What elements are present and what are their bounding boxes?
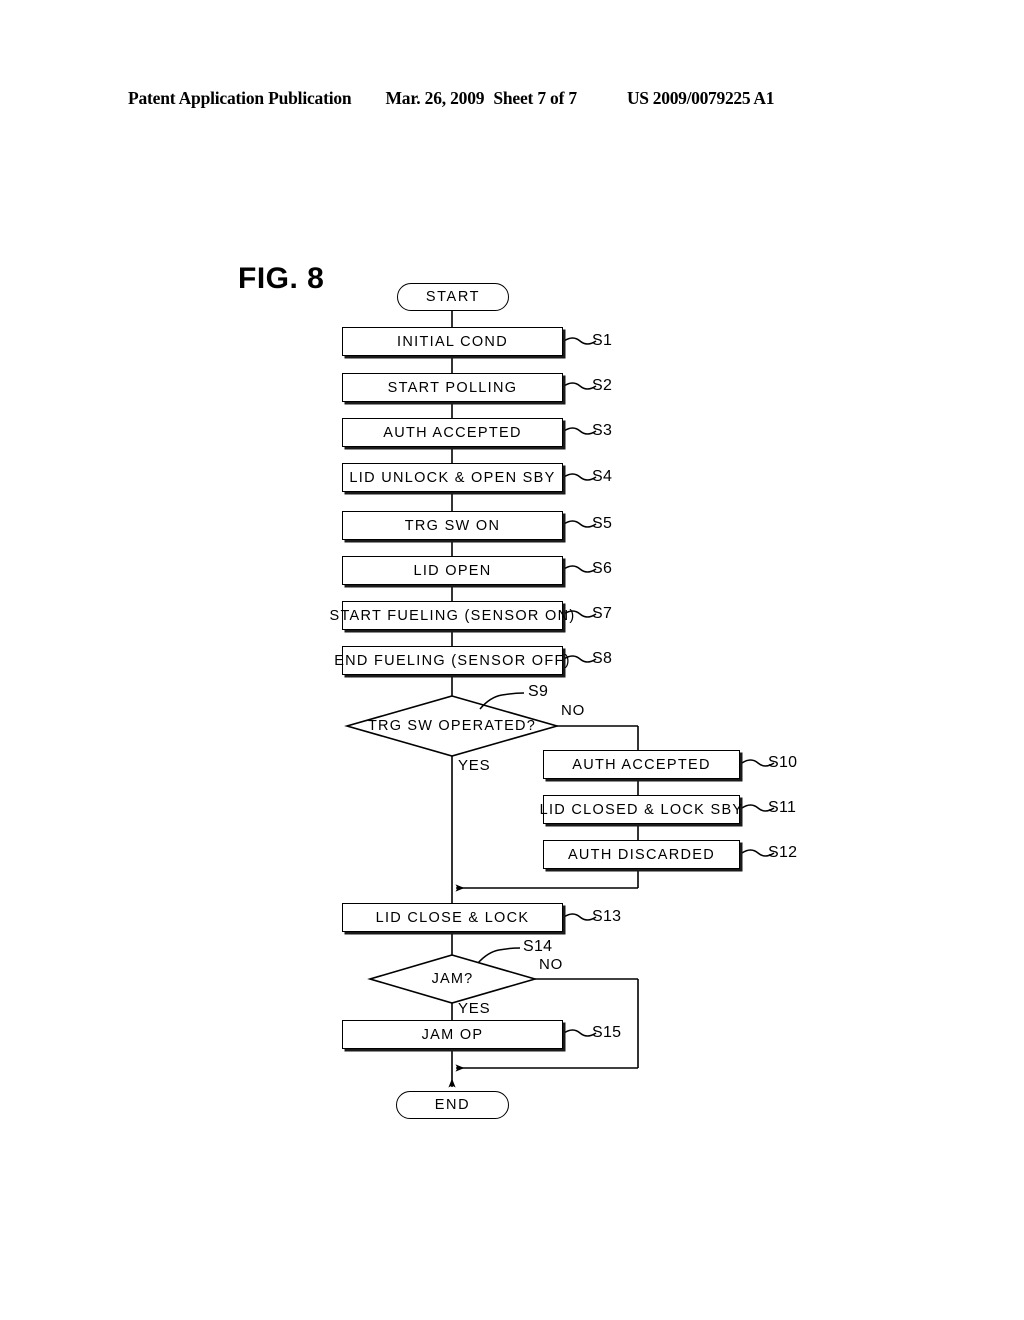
process-box-s11-label: LID CLOSED & LOCK SBY [539,801,744,818]
branch-label-s14-no: NO [539,956,564,973]
process-box-s2: START POLLING [342,373,563,402]
leader-s14 [477,947,521,964]
process-box-s11: LID CLOSED & LOCK SBY [540,795,742,824]
step-ref-s4: S4 [592,468,613,485]
process-box-s2-label: START POLLING [387,379,518,396]
flowchart-diagram: START INITIAL COND START POLLING AUTH AC… [0,0,1024,1320]
process-box-s15: JAM OP [342,1020,563,1049]
process-box-s6-label: LID OPEN [413,562,492,579]
branch-label-s9-yes: YES [458,757,491,774]
step-ref-s3: S3 [592,422,613,439]
process-box-s1: INITIAL COND [342,327,563,356]
process-box-s12-label: AUTH DISCARDED [567,846,716,863]
process-box-s7-label: START FUELING (SENSOR ON) [329,607,576,624]
branch-label-s9-no: NO [561,702,586,719]
process-box-s13: LID CLOSE & LOCK [342,903,563,932]
terminator-end-label: END [434,1097,471,1113]
decision-s9-label: TRG SW OPERATED? [368,718,536,734]
step-ref-s15: S15 [592,1024,622,1041]
step-ref-s5: S5 [592,515,613,532]
terminator-end: END [396,1091,509,1119]
leader-s9 [479,692,525,710]
step-ref-s8: S8 [592,650,613,667]
branch-label-s14-yes: YES [458,1000,491,1017]
process-box-s8-label: END FUELING (SENSOR OFF) [334,652,571,669]
terminator-start-label: START [425,289,481,305]
step-ref-s2: S2 [592,377,613,394]
process-box-s1-label: INITIAL COND [397,333,508,350]
process-box-s3-label: AUTH ACCEPTED [383,424,522,441]
step-ref-s1: S1 [592,332,613,349]
step-ref-s9: S9 [528,683,549,700]
process-box-s12: AUTH DISCARDED [543,840,740,869]
process-box-s6: LID OPEN [342,556,563,585]
process-box-s13-label: LID CLOSE & LOCK [375,909,530,926]
step-ref-s6: S6 [592,560,613,577]
process-box-s8: END FUELING (SENSOR OFF) [334,646,570,675]
process-box-s10-label: AUTH ACCEPTED [572,756,711,773]
step-ref-s14: S14 [523,938,553,955]
step-ref-s13: S13 [592,908,622,925]
process-box-s5-label: TRG SW ON [404,517,501,534]
process-box-s4: LID UNLOCK & OPEN SBY [342,463,563,492]
process-box-s10: AUTH ACCEPTED [543,750,740,779]
step-ref-s11: S11 [768,799,797,816]
step-ref-s7: S7 [592,605,613,622]
process-box-s15-label: JAM OP [421,1026,484,1043]
step-ref-s12: S12 [768,844,798,861]
decision-s14-label: JAM? [431,971,474,987]
process-box-s4-label: LID UNLOCK & OPEN SBY [349,469,556,486]
step-ref-s10: S10 [768,754,798,771]
process-box-s3: AUTH ACCEPTED [342,418,563,447]
process-box-s7: START FUELING (SENSOR ON) [330,601,574,630]
process-box-s5: TRG SW ON [342,511,563,540]
terminator-start: START [397,283,509,311]
